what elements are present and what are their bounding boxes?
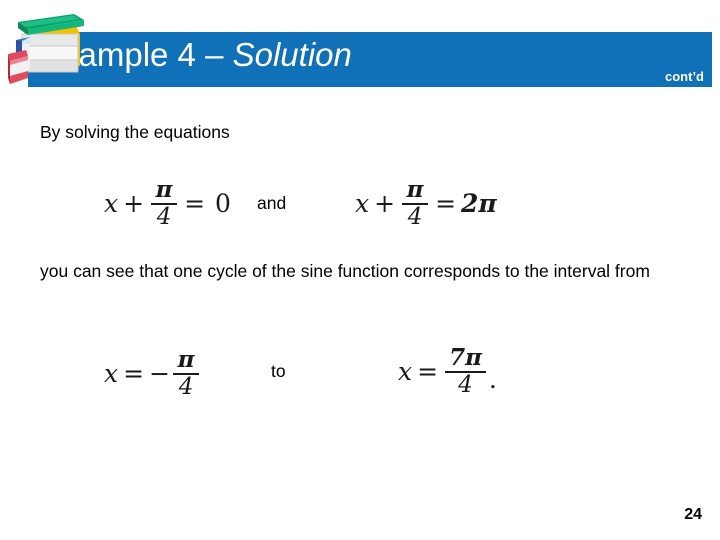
connector-and: and [257,193,287,213]
equation-2-denominator: 4 [407,203,423,230]
equation-2-numerator: π [406,176,424,203]
equation-1-operator: + [123,189,145,219]
equation-1-variable: x [104,189,119,219]
equation-3: x = − π 4 [104,348,201,400]
equation-2-operator: + [374,189,396,219]
page-number: 24 [684,506,702,523]
equation-2-fraction: π 4 [402,176,429,230]
contd-label: cont’d [665,69,704,84]
equation-4: x = 7π 4 . [398,346,497,398]
equation-4-numerator: 7π [449,344,482,371]
equation-2-equals: = [435,189,457,219]
equation-3-denominator: 4 [178,373,194,400]
page-title-italic: Solution [232,36,352,73]
middle-paragraph: you can see that one cycle of the sine f… [40,261,650,281]
connector-to: to [271,361,286,381]
equation-4-fraction: 7π 4 [445,346,486,398]
equation-1-result: 0 [215,189,231,219]
equation-4-equals: = [417,357,439,387]
equation-2-variable: x [355,189,370,219]
equation-3-equals: = [123,359,145,389]
equation-3-fraction: π 4 [173,346,200,400]
equation-4-variable: x [398,357,413,387]
equation-1-numerator: π [155,176,173,203]
books-stack-icon [8,14,84,84]
slide-header-banner: Example 4 – Solution cont’d [28,32,712,87]
equation-3-variable: x [104,359,119,389]
equation-3-sign: − [149,359,171,389]
intro-line: By solving the equations [40,122,230,142]
equation-2-result: 2π [461,189,497,219]
equation-3-numerator: π [177,346,195,373]
equation-1: x + π 4 = 0 [104,178,236,230]
equation-4-denominator: 4 [458,371,473,398]
equation-2: x + π 4 = 2π [355,178,497,230]
equation-4-trailing-period: . [488,364,497,394]
equation-1-equals: = [184,189,206,219]
equation-1-denominator: 4 [156,203,172,230]
equation-1-fraction: π 4 [151,176,178,230]
